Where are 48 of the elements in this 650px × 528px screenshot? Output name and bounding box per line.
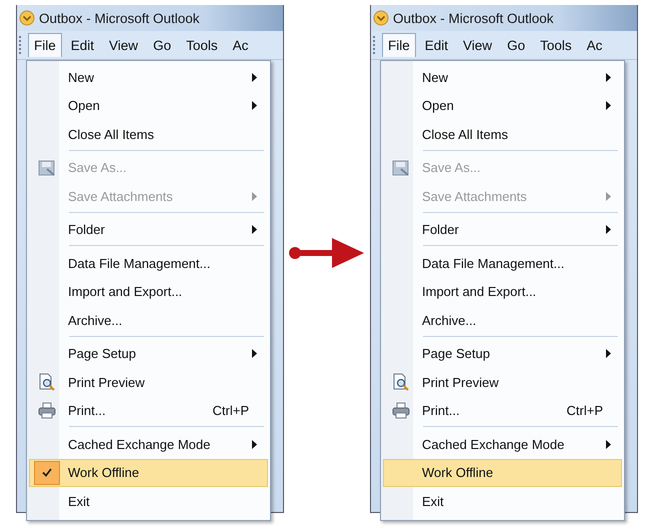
magnifier-page-icon: [38, 373, 56, 392]
menu-item[interactable]: Print... Ctrl+P: [29, 396, 268, 425]
window-title: Outbox - Microsoft Outlook: [393, 10, 554, 26]
save-icon: [392, 160, 410, 176]
menu-bar-item[interactable]: File: [382, 33, 416, 57]
menu-item[interactable]: Close All Items: [29, 120, 268, 148]
menu-item[interactable]: Archive...: [29, 306, 268, 334]
printer-icon: [392, 402, 410, 420]
menu-item[interactable]: Open: [29, 92, 268, 120]
printer-icon: [38, 402, 56, 420]
menu-item[interactable]: Data File Management...: [383, 249, 622, 278]
menu-bar-item[interactable]: View: [103, 32, 144, 58]
menu-item[interactable]: Open: [383, 92, 622, 120]
menu-item[interactable]: Folder: [29, 216, 268, 244]
menu-bar-item[interactable]: Go: [147, 32, 178, 58]
menu-bar-item[interactable]: File: [28, 33, 62, 57]
menu-item[interactable]: Print Preview: [383, 368, 622, 396]
menu-item[interactable]: Import and Export...: [383, 278, 622, 306]
menu-item[interactable]: Print... Ctrl+P: [383, 396, 622, 425]
menu-item[interactable]: Data File Management...: [29, 249, 268, 278]
menu-item[interactable]: Work Offline: [383, 458, 622, 487]
menu-item[interactable]: Archive...: [383, 306, 622, 334]
menu-bar-item[interactable]: Go: [501, 32, 532, 58]
menu-bar-item[interactable]: Tools: [534, 32, 578, 58]
menu-bar-item[interactable]: View: [457, 32, 498, 58]
menu-bar-item[interactable]: Tools: [180, 32, 224, 58]
menu-item[interactable]: Close All Items: [383, 120, 622, 148]
menu-item[interactable]: Exit: [383, 487, 622, 516]
magnifier-page-icon: [392, 373, 410, 392]
menu-bar-item[interactable]: Ac: [226, 32, 254, 58]
menu-item[interactable]: Work Offline: [29, 458, 268, 487]
menu-item[interactable]: Cached Exchange Mode: [29, 430, 268, 458]
menu-bar-item[interactable]: Edit: [64, 32, 100, 58]
menu-item[interactable]: Page Setup: [29, 340, 268, 368]
menu-item[interactable]: New: [29, 63, 268, 92]
window-title: Outbox - Microsoft Outlook: [39, 10, 200, 26]
app-icon: [19, 10, 35, 26]
menu-item[interactable]: Import and Export...: [29, 278, 268, 306]
save-icon: [38, 160, 56, 176]
menu-bar-item[interactable]: Ac: [580, 32, 608, 58]
menu-item[interactable]: Print Preview: [29, 368, 268, 396]
menu-bar-item[interactable]: Edit: [418, 32, 454, 58]
menu-item[interactable]: New: [383, 63, 622, 92]
menu-item[interactable]: Page Setup: [383, 340, 622, 368]
menu-item[interactable]: Folder: [383, 216, 622, 244]
menu-item[interactable]: Cached Exchange Mode: [383, 430, 622, 458]
menu-item[interactable]: Exit: [29, 487, 268, 516]
app-icon: [373, 10, 389, 26]
